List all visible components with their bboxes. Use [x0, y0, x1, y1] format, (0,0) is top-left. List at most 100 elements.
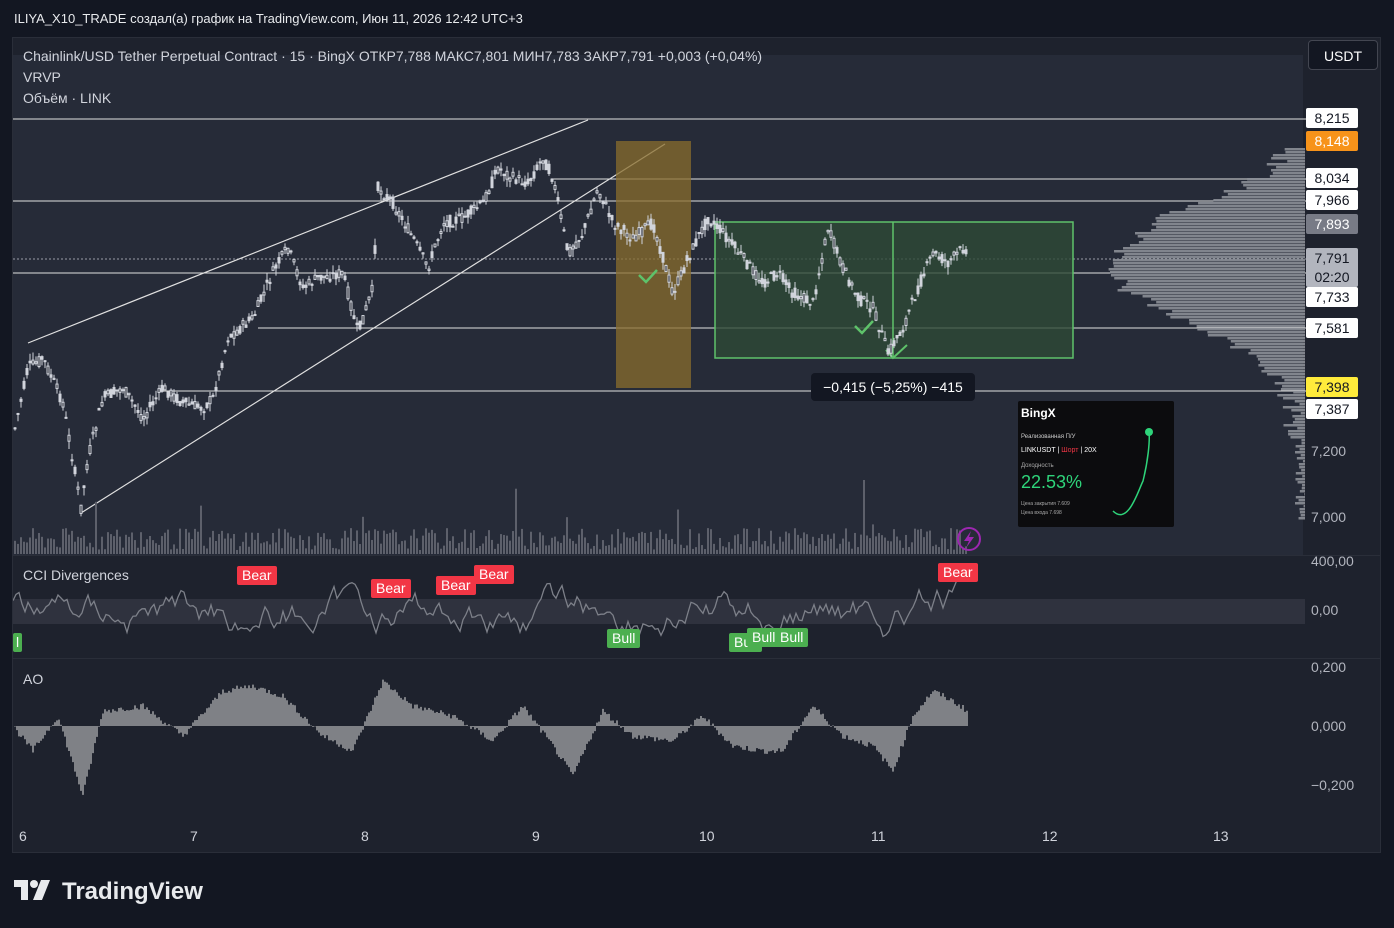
candle-body [91, 431, 95, 435]
volume-bar [611, 534, 613, 554]
volume-bar [743, 528, 745, 554]
candle-body [283, 246, 287, 251]
volume-bar [290, 536, 292, 554]
volume-bar [389, 532, 391, 554]
candle-body [877, 329, 881, 333]
ao-label[interactable]: AO [23, 671, 43, 687]
candle-body [814, 289, 818, 295]
pane-separator[interactable] [13, 555, 1380, 556]
candle-body [571, 245, 575, 250]
candle-body [508, 177, 512, 182]
candle-body [760, 277, 764, 285]
candle-body [316, 274, 320, 278]
candle-body [859, 295, 863, 307]
currency-button[interactable]: USDT [1308, 40, 1378, 70]
volume-bar [917, 529, 919, 554]
candle-body [37, 356, 41, 367]
volume-bar [233, 533, 235, 554]
volume-profile-bar [1295, 496, 1305, 499]
volume-label[interactable]: Объём · LINK [23, 88, 762, 109]
candle-body [889, 343, 893, 354]
candle-body [853, 292, 857, 295]
volume-profile-bar [1298, 499, 1305, 502]
volume-bar [35, 538, 37, 554]
volume-bar [179, 528, 181, 554]
candle-body [610, 214, 614, 221]
time-axis-tick: 6 [19, 828, 27, 844]
volume-profile-bar [1280, 388, 1305, 391]
volume-bar [653, 549, 655, 554]
candle-body [379, 190, 383, 195]
volume-bar [98, 549, 100, 554]
candle-body [535, 164, 539, 170]
volume-bar [590, 548, 592, 554]
price-label: 7,387 [1306, 399, 1358, 419]
candle-body [733, 241, 737, 249]
volume-profile-bar [1151, 298, 1305, 301]
volume-bar [62, 528, 64, 554]
volume-profile-bar [1260, 361, 1305, 364]
candle-body [79, 504, 83, 514]
volume-bar [887, 540, 889, 554]
volume-bar [893, 529, 895, 554]
volume-profile-bar [1113, 265, 1305, 268]
candle-body [148, 401, 152, 408]
tradingview-logo[interactable]: TradingView [14, 876, 203, 909]
volume-profile-bar [1213, 199, 1305, 202]
volume-bar [404, 540, 406, 554]
volume-profile-bar [1261, 370, 1305, 373]
volume-profile-bar [1258, 364, 1305, 367]
volume-profile-bar [1282, 406, 1305, 409]
volume-bar [50, 538, 52, 554]
candle-body [769, 272, 773, 275]
volume-bar [824, 540, 826, 554]
candle-body [409, 233, 413, 236]
lightning-icon[interactable] [957, 527, 981, 551]
candle-body [493, 169, 497, 175]
volume-bar [353, 541, 355, 554]
ao-axis-tick: 0,000 [1311, 718, 1347, 734]
candle-body [322, 275, 326, 278]
candle-body [961, 249, 965, 254]
price-label: 8,215 [1306, 108, 1358, 128]
volume-profile-bar [1112, 259, 1305, 262]
volume-profile-bar [1292, 415, 1305, 418]
volume-bar [836, 548, 838, 554]
price-label-orange: 8,148 [1306, 131, 1358, 151]
candle-body [436, 239, 440, 242]
volume-bar [422, 535, 424, 554]
candle-body [829, 230, 833, 238]
volume-bar [812, 536, 814, 554]
volume-profile-bar [1234, 343, 1305, 346]
volume-profile-bar [1264, 367, 1305, 370]
volume-bar [713, 543, 715, 554]
volume-bar [185, 528, 187, 554]
volume-bar [119, 536, 121, 554]
cci-label[interactable]: CCI Divergences [23, 567, 129, 583]
volume-bar [86, 546, 88, 554]
chart-frame[interactable]: Chainlink/USD Tether Perpetual Contract … [12, 37, 1381, 853]
countdown-label: 02:20 [1306, 267, 1358, 287]
candle-body [583, 223, 587, 228]
pane-separator[interactable] [13, 658, 1380, 659]
candle-body [328, 278, 332, 282]
volume-bar [155, 543, 157, 554]
candle-body [160, 384, 164, 392]
volume-bar [383, 530, 385, 554]
volume-bar [674, 544, 676, 554]
candle-body [181, 399, 185, 404]
vrvp-label[interactable]: VRVP [23, 67, 762, 88]
volume-bar [695, 547, 697, 554]
volume-bar [458, 543, 460, 554]
candle-body [232, 331, 236, 339]
volume-bar [665, 533, 667, 554]
candle-body [826, 229, 830, 233]
volume-bar [872, 524, 874, 554]
volume-profile-bar [1247, 178, 1305, 181]
volume-bar [419, 549, 421, 554]
symbol-title[interactable]: Chainlink/USD Tether Perpetual Contract … [23, 46, 762, 67]
candle-body [631, 234, 635, 239]
candle-body [298, 281, 302, 286]
candle-body [397, 211, 401, 217]
candle-body [751, 266, 755, 276]
